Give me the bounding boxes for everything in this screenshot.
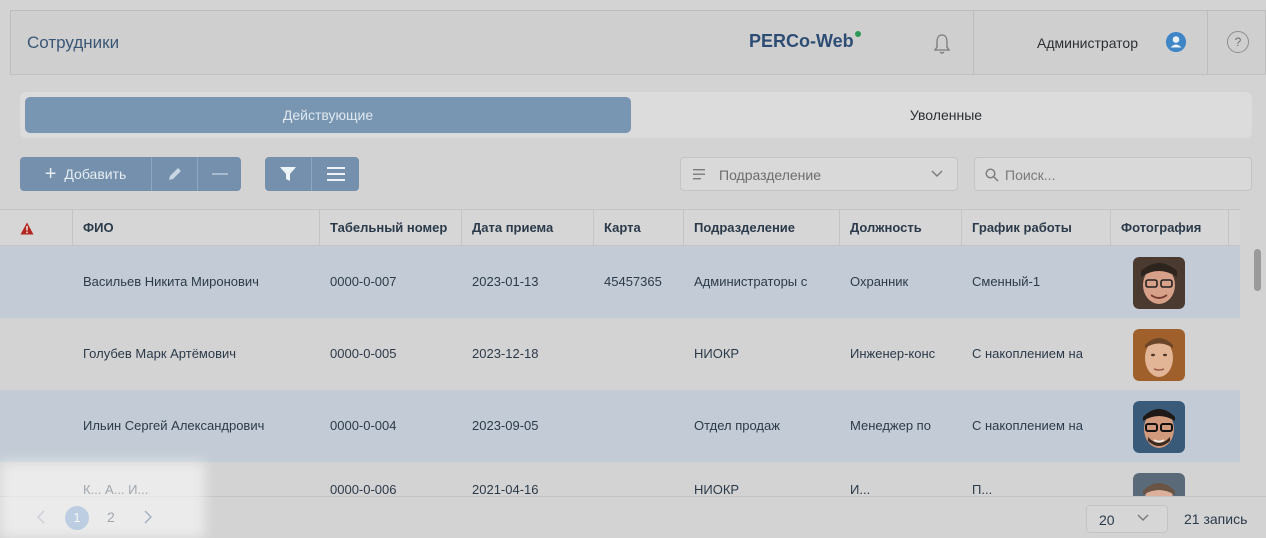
list-filter-icon bbox=[693, 169, 705, 180]
add-button-label: Добавить bbox=[64, 166, 127, 182]
columns-menu-button[interactable] bbox=[312, 157, 359, 191]
employee-photo bbox=[1133, 473, 1185, 496]
edit-button[interactable] bbox=[152, 157, 198, 191]
table-row[interactable]: Ильин Сергей Александрович 0000-0-004 20… bbox=[0, 390, 1240, 462]
table-header: ФИО Табельный номер Дата приема Карта По… bbox=[0, 209, 1240, 246]
glare-overlay bbox=[0, 462, 205, 538]
employees-table: ФИО Табельный номер Дата приема Карта По… bbox=[0, 209, 1266, 496]
tab-active-employees[interactable]: Действующие bbox=[25, 97, 631, 133]
column-header-photo[interactable]: Фотография bbox=[1111, 210, 1229, 246]
cell-tab-number: 0000-0-006 bbox=[330, 482, 397, 496]
user-name[interactable]: Администратор bbox=[1037, 35, 1138, 51]
cell-schedule: С накоплением на bbox=[972, 418, 1083, 433]
header-divider bbox=[973, 11, 974, 74]
warning-icon bbox=[20, 222, 34, 235]
cell-department: Администраторы с bbox=[694, 274, 808, 289]
search-icon bbox=[985, 168, 999, 182]
cell-hire-date: 2021-04-16 bbox=[472, 482, 539, 496]
filter-button[interactable] bbox=[265, 157, 312, 191]
page-size-value: 20 bbox=[1099, 512, 1115, 528]
search-input[interactable] bbox=[1005, 164, 1245, 186]
page-title: Сотрудники bbox=[27, 33, 120, 52]
minus-icon bbox=[211, 173, 228, 175]
table-scrollbar[interactable] bbox=[1254, 249, 1261, 291]
cell-card: 45457365 bbox=[604, 274, 662, 289]
cell-department: НИОКР bbox=[694, 346, 740, 361]
column-header-card[interactable]: Карта bbox=[594, 210, 684, 246]
table-row[interactable]: Васильев Никита Миронович 0000-0-007 202… bbox=[0, 246, 1240, 318]
cell-position: И... bbox=[850, 482, 871, 496]
chevron-down-icon bbox=[1137, 514, 1149, 521]
column-header-hire-date[interactable]: Дата приема bbox=[462, 210, 594, 246]
cell-position: Охранник bbox=[850, 274, 909, 289]
add-button[interactable]: + Добавить bbox=[20, 157, 152, 191]
cell-card bbox=[594, 390, 684, 462]
help-icon[interactable]: ? bbox=[1227, 31, 1249, 53]
department-select[interactable]: Подразделение bbox=[680, 157, 958, 191]
employee-photo bbox=[1133, 257, 1185, 309]
record-count: 21 запись bbox=[1184, 511, 1248, 527]
department-select-placeholder: Подразделение bbox=[719, 167, 822, 183]
search-field[interactable] bbox=[974, 157, 1252, 191]
funnel-icon bbox=[280, 167, 296, 181]
employee-photo bbox=[1133, 401, 1185, 453]
cell-tab-number: 0000-0-007 bbox=[330, 274, 397, 289]
user-avatar-icon[interactable] bbox=[1166, 32, 1186, 52]
cell-schedule: Сменный-1 bbox=[972, 274, 1041, 289]
logo-status-dot bbox=[854, 31, 861, 37]
cell-department: Отдел продаж bbox=[694, 418, 780, 433]
cell-hire-date: 2023-09-05 bbox=[472, 418, 539, 433]
cell-position: Менеджер по bbox=[850, 418, 931, 433]
chevron-down-icon bbox=[931, 170, 943, 177]
edit-button-group: + Добавить bbox=[20, 157, 241, 191]
cell-schedule: П... bbox=[972, 482, 993, 496]
remove-button[interactable] bbox=[198, 157, 241, 191]
pencil-icon bbox=[168, 168, 181, 180]
cell-fio: Ильин Сергей Александрович bbox=[83, 418, 265, 433]
column-header-schedule[interactable]: График работы bbox=[962, 210, 1111, 246]
cell-position: Инженер-конс bbox=[850, 346, 936, 361]
column-header-warnings[interactable] bbox=[0, 210, 73, 246]
plus-icon: + bbox=[44, 162, 57, 185]
cell-tab-number: 0000-0-005 bbox=[330, 346, 397, 361]
bell-icon[interactable] bbox=[933, 33, 951, 55]
cell-tab-number: 0000-0-004 bbox=[330, 418, 397, 433]
cell-card bbox=[594, 318, 684, 390]
page-size-select[interactable]: 20 bbox=[1086, 505, 1168, 533]
table-row[interactable]: Голубев Марк Артёмович 0000-0-005 2023-1… bbox=[0, 318, 1240, 390]
cell-schedule: С накоплением на bbox=[972, 346, 1083, 361]
tab-dismissed-employees[interactable]: Уволенные bbox=[645, 97, 1247, 133]
column-header-fio[interactable]: ФИО bbox=[73, 210, 320, 246]
employee-photo bbox=[1133, 329, 1185, 381]
app-logo: PERCo-Web bbox=[749, 31, 861, 52]
column-header-position[interactable]: Должность bbox=[840, 210, 962, 246]
employee-status-tabs: Действующие Уволенные bbox=[20, 92, 1252, 138]
cell-fio: Васильев Никита Миронович bbox=[83, 274, 259, 289]
cell-hire-date: 2023-12-18 bbox=[472, 346, 539, 361]
cell-fio: Голубев Марк Артёмович bbox=[83, 346, 237, 361]
menu-icon bbox=[326, 167, 345, 181]
cell-hire-date: 2023-01-13 bbox=[472, 274, 539, 289]
column-header-department[interactable]: Подразделение bbox=[684, 210, 840, 246]
app-header: Сотрудники PERCo-Web Администратор ? bbox=[10, 10, 1266, 75]
filter-button-group bbox=[265, 157, 359, 191]
column-header-tab-number[interactable]: Табельный номер bbox=[320, 210, 462, 246]
cell-department: НИОКР bbox=[694, 482, 740, 496]
header-divider bbox=[1207, 11, 1208, 74]
